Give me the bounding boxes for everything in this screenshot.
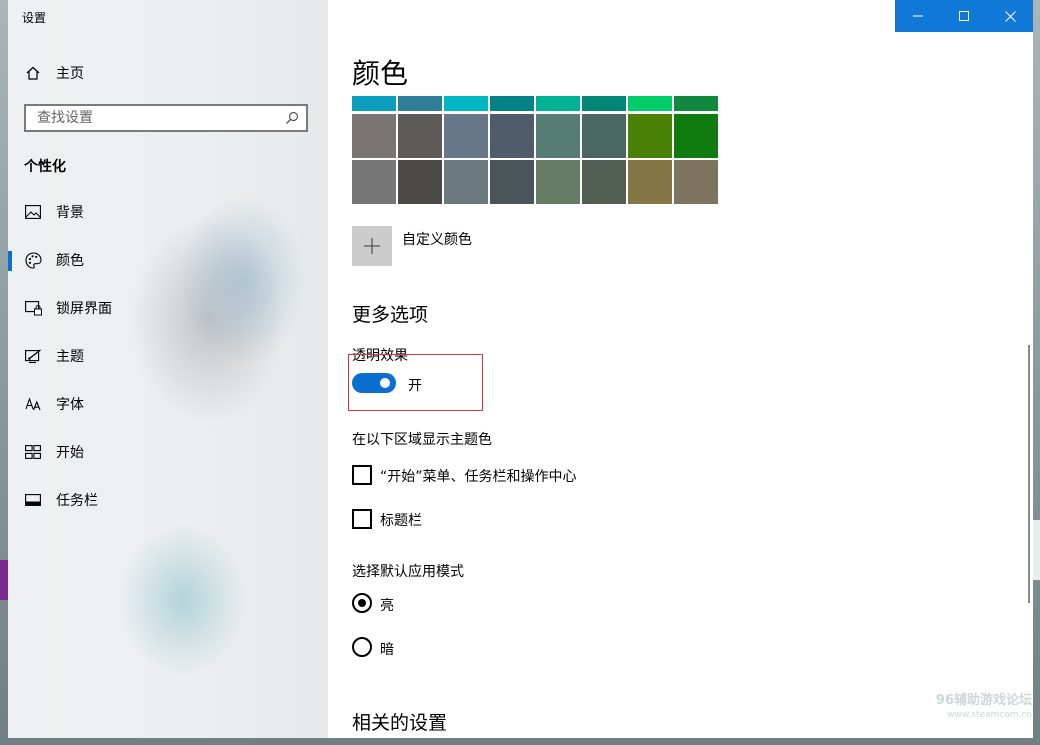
- color-swatch[interactable]: [536, 96, 580, 111]
- color-swatch[interactable]: [444, 160, 488, 204]
- section-title: 个性化: [24, 159, 66, 175]
- sidebar-item-label: 字体: [56, 397, 84, 413]
- color-swatch[interactable]: [444, 96, 488, 111]
- color-swatch[interactable]: [674, 160, 718, 204]
- sidebar-item-label: 开始: [56, 445, 84, 461]
- watermark: 96辅助游戏论坛 www.steamcom.cn: [936, 694, 1032, 722]
- app-mode-heading: 选择默认应用模式: [352, 564, 464, 580]
- color-swatch[interactable]: [490, 96, 534, 111]
- color-swatch[interactable]: [582, 96, 626, 111]
- color-swatch[interactable]: [628, 160, 672, 204]
- palette-icon: [24, 251, 42, 269]
- color-swatch[interactable]: [444, 114, 488, 158]
- home-icon: [24, 64, 42, 82]
- search-input[interactable]: [35, 106, 284, 130]
- plus-icon: [364, 238, 380, 254]
- content-pane: 颜色 自定义颜色 更多选项 透明效果 开 在以下区域显示主题色 “开始”菜单、任…: [328, 0, 1033, 738]
- search-box[interactable]: [24, 104, 308, 132]
- sidebar-item-label: 任务栏: [56, 493, 98, 509]
- image-icon: [24, 203, 42, 221]
- color-swatch[interactable]: [582, 160, 626, 204]
- minimize-icon: [913, 15, 923, 17]
- more-options-heading: 更多选项: [352, 304, 429, 326]
- color-swatch[interactable]: [582, 114, 626, 158]
- color-swatch[interactable]: [674, 96, 718, 111]
- radio-light-label: 亮: [380, 598, 394, 614]
- color-swatch[interactable]: [398, 160, 442, 204]
- settings-window: 设置 主页 个性化 背景 颜色: [8, 0, 1033, 738]
- sidebar-item-themes[interactable]: 主题: [8, 339, 328, 373]
- checkbox-titlebar-label: 标题栏: [380, 513, 422, 529]
- sidebar-item-lock-screen[interactable]: 锁屏界面: [8, 291, 328, 325]
- checkbox-start-taskbar[interactable]: [352, 465, 372, 485]
- color-swatch[interactable]: [490, 114, 534, 158]
- sidebar-item-label: 锁屏界面: [56, 301, 112, 317]
- window-title: 设置: [22, 11, 47, 25]
- related-settings-heading: 相关的设置: [352, 712, 448, 734]
- desktop-icon-fragment: [0, 560, 8, 600]
- sidebar: 设置 主页 个性化 背景 颜色: [8, 0, 328, 738]
- desktop-icon-fragment: [1033, 520, 1040, 580]
- sidebar-item-label: 颜色: [56, 253, 84, 269]
- sidebar-item-background[interactable]: 背景: [8, 195, 328, 229]
- radio-dark[interactable]: [352, 637, 372, 657]
- maximize-icon: [959, 11, 969, 21]
- search-icon[interactable]: [284, 110, 300, 126]
- sidebar-item-label: 背景: [56, 205, 84, 221]
- checkbox-start-taskbar-label: “开始”菜单、任务栏和操作中心: [380, 469, 577, 485]
- scrollbar-thumb[interactable]: [1028, 345, 1030, 603]
- accent-surfaces-heading: 在以下区域显示主题色: [352, 432, 492, 448]
- sidebar-item-label: 主页: [56, 66, 84, 82]
- radio-light[interactable]: [352, 593, 372, 613]
- maximize-button[interactable]: [941, 0, 987, 32]
- close-icon: [1004, 10, 1016, 22]
- color-swatch[interactable]: [628, 114, 672, 158]
- custom-color-label: 自定义颜色: [402, 232, 472, 248]
- color-swatch[interactable]: [628, 96, 672, 111]
- sidebar-item-start[interactable]: 开始: [8, 435, 328, 469]
- taskbar-icon: [24, 491, 42, 509]
- radio-dark-label: 暗: [380, 642, 394, 658]
- color-swatch[interactable]: [398, 114, 442, 158]
- checkbox-titlebar[interactable]: [352, 509, 372, 529]
- sidebar-item-taskbar[interactable]: 任务栏: [8, 483, 328, 517]
- sidebar-item-home[interactable]: 主页: [8, 58, 328, 88]
- lock-screen-icon: [24, 299, 42, 317]
- close-button[interactable]: [987, 0, 1033, 32]
- color-swatch[interactable]: [536, 160, 580, 204]
- sidebar-item-colors[interactable]: 颜色: [8, 243, 328, 277]
- theme-brush-icon: [24, 347, 42, 365]
- color-swatch[interactable]: [352, 114, 396, 158]
- color-swatch[interactable]: [536, 114, 580, 158]
- minimize-button[interactable]: [895, 0, 941, 32]
- start-grid-icon: [24, 443, 42, 461]
- custom-color-button[interactable]: [352, 226, 392, 266]
- color-swatch[interactable]: [490, 160, 534, 204]
- highlight-box: [348, 354, 483, 411]
- color-swatch[interactable]: [352, 96, 396, 111]
- sidebar-item-fonts[interactable]: 字体: [8, 387, 328, 421]
- color-swatch[interactable]: [352, 160, 396, 204]
- page-title: 颜色: [352, 57, 409, 90]
- color-swatch[interactable]: [398, 96, 442, 111]
- font-icon: [24, 395, 42, 413]
- color-swatch[interactable]: [674, 114, 718, 158]
- sidebar-item-label: 主题: [56, 349, 84, 365]
- watermark-line1: 96辅助游戏论坛: [935, 693, 1032, 708]
- watermark-line2: www.steamcom.cn: [947, 710, 1032, 720]
